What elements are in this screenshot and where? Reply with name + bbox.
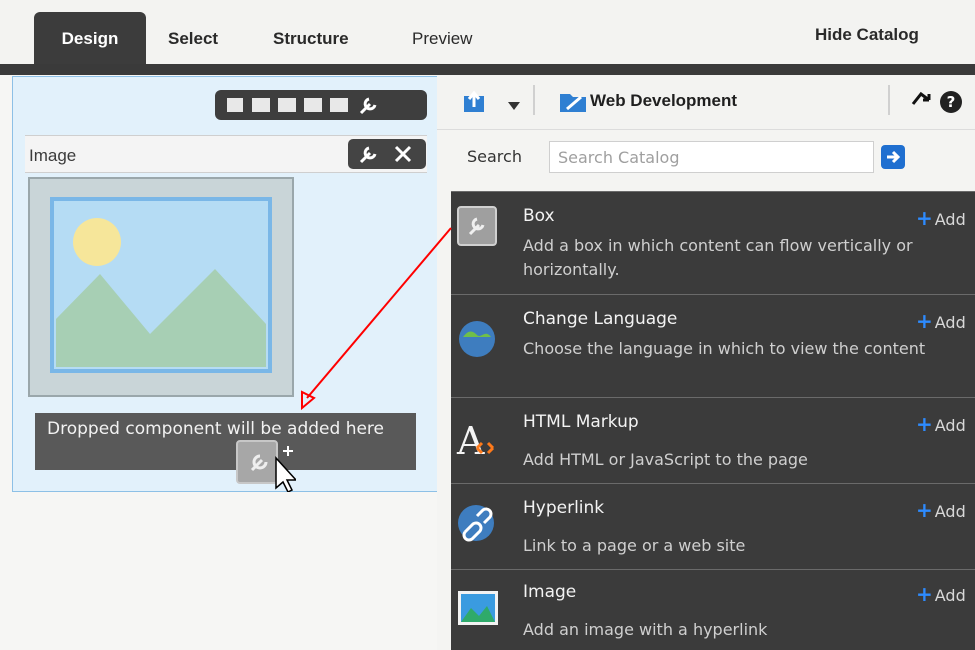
drag-arrow bbox=[301, 227, 452, 411]
page-root: Design Select Structure Preview Hide Cat… bbox=[0, 0, 975, 650]
